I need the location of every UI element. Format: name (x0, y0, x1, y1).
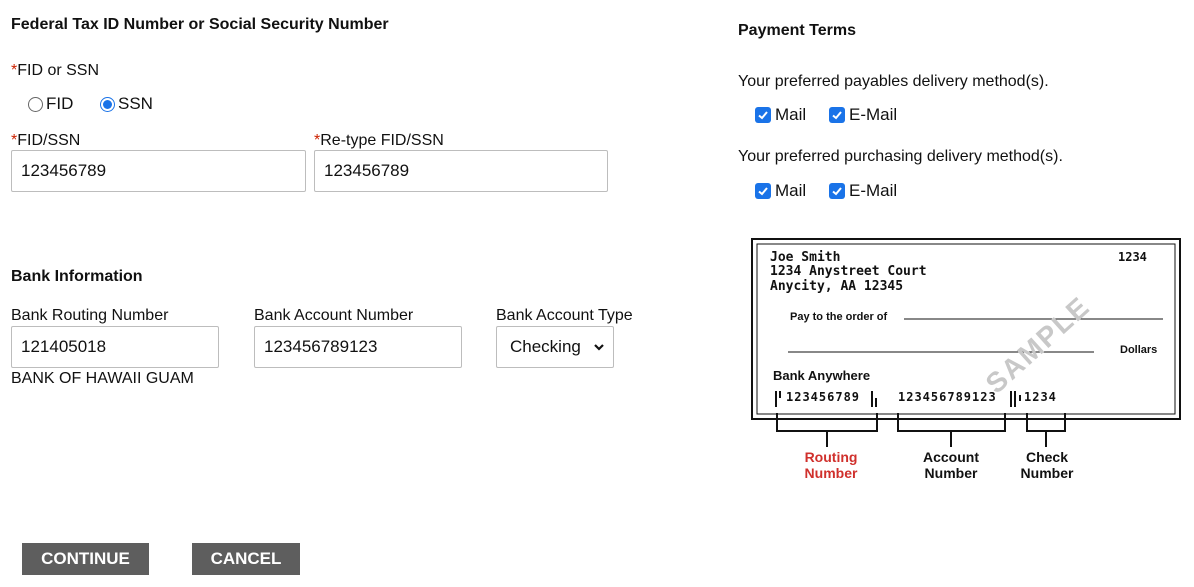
radio-ssn[interactable]: SSN (100, 94, 153, 114)
radio-ssn-label: SSN (118, 94, 153, 113)
account-type-select[interactable]: Checking (496, 326, 614, 368)
retype-fid-ssn-input[interactable] (314, 150, 608, 192)
cancel-button[interactable]: CANCEL (192, 543, 300, 575)
micr-symbol (1014, 391, 1016, 407)
purchasing-email-checkbox[interactable]: E-Mail (829, 181, 897, 201)
micr-symbol (779, 391, 781, 398)
account-type-label: Bank Account Type (496, 307, 633, 324)
micr-symbol (1010, 391, 1012, 407)
checkmark-icon[interactable] (829, 183, 845, 199)
payables-email-label: E-Mail (849, 105, 898, 124)
fid-ssn-input[interactable] (11, 150, 306, 192)
account-caption-line2: Number (925, 465, 978, 481)
check-number-top: 1234 (1118, 250, 1147, 264)
chevron-down-icon (594, 344, 604, 351)
check-name: Joe Smith (770, 250, 840, 265)
routing-caption-line1: Routing (805, 449, 858, 465)
tax-section-title: Federal Tax ID Number or Social Security… (11, 16, 389, 33)
account-number-input[interactable] (254, 326, 462, 368)
bank-name: BANK OF HAWAII GUAM (11, 370, 194, 387)
dollars-text: Dollars (1120, 344, 1157, 356)
radio-fid[interactable]: FID (28, 94, 73, 114)
bank-section-title: Bank Information (11, 268, 143, 285)
payables-mail-label: Mail (775, 105, 807, 124)
micr-symbol (871, 391, 873, 407)
pay-to-text: Pay to the order of (790, 311, 888, 323)
micr-symbol (875, 398, 877, 407)
check-address1: 1234 Anystreet Court (770, 264, 927, 279)
radio-ssn-circle[interactable] (100, 96, 115, 112)
purchasing-mail-checkbox[interactable]: Mail (755, 181, 806, 201)
micr-account: 123456789123 (898, 390, 997, 404)
account-number-label: Bank Account Number (254, 307, 414, 324)
routing-number-label: Bank Routing Number (11, 307, 169, 324)
checkmark-icon[interactable] (755, 107, 771, 123)
purchasing-mail-label: Mail (775, 181, 807, 200)
radio-fid-label: FID (46, 94, 74, 113)
purchasing-text: Your preferred purchasing delivery metho… (738, 148, 1063, 165)
payment-section-title: Payment Terms (738, 22, 856, 39)
check-bank-name: Bank Anywhere (773, 368, 870, 383)
radio-fid-circle[interactable] (28, 96, 43, 112)
payables-email-checkbox[interactable]: E-Mail (829, 105, 897, 125)
micr-symbol (1019, 395, 1021, 401)
routing-number-input[interactable] (11, 326, 219, 368)
payables-text: Your preferred payables delivery method(… (738, 73, 1049, 90)
micr-check: 1234 (1024, 390, 1057, 404)
continue-button[interactable]: CONTINUE (22, 543, 149, 575)
checkmark-icon[interactable] (755, 183, 771, 199)
sample-check-image: Joe Smith 1234 Anystreet Court Anycity, … (751, 238, 1181, 481)
checkmark-icon[interactable] (829, 107, 845, 123)
check-address2: Anycity, AA 12345 (770, 279, 903, 294)
account-type-value: Checking (510, 337, 581, 356)
fid-or-ssn-label: *FID or SSN (11, 62, 100, 79)
retype-fid-ssn-label: *Re-type FID/SSN (314, 132, 444, 149)
check-caption-line1: Check (1026, 449, 1068, 465)
fid-ssn-label: *FID/SSN (11, 132, 81, 149)
micr-symbol (775, 391, 777, 407)
routing-caption-line2: Number (805, 465, 858, 481)
check-caption-line2: Number (1021, 465, 1074, 481)
account-caption-line1: Account (923, 449, 979, 465)
payables-mail-checkbox[interactable]: Mail (755, 105, 806, 125)
micr-routing: 123456789 (786, 390, 860, 404)
purchasing-email-label: E-Mail (849, 181, 898, 200)
